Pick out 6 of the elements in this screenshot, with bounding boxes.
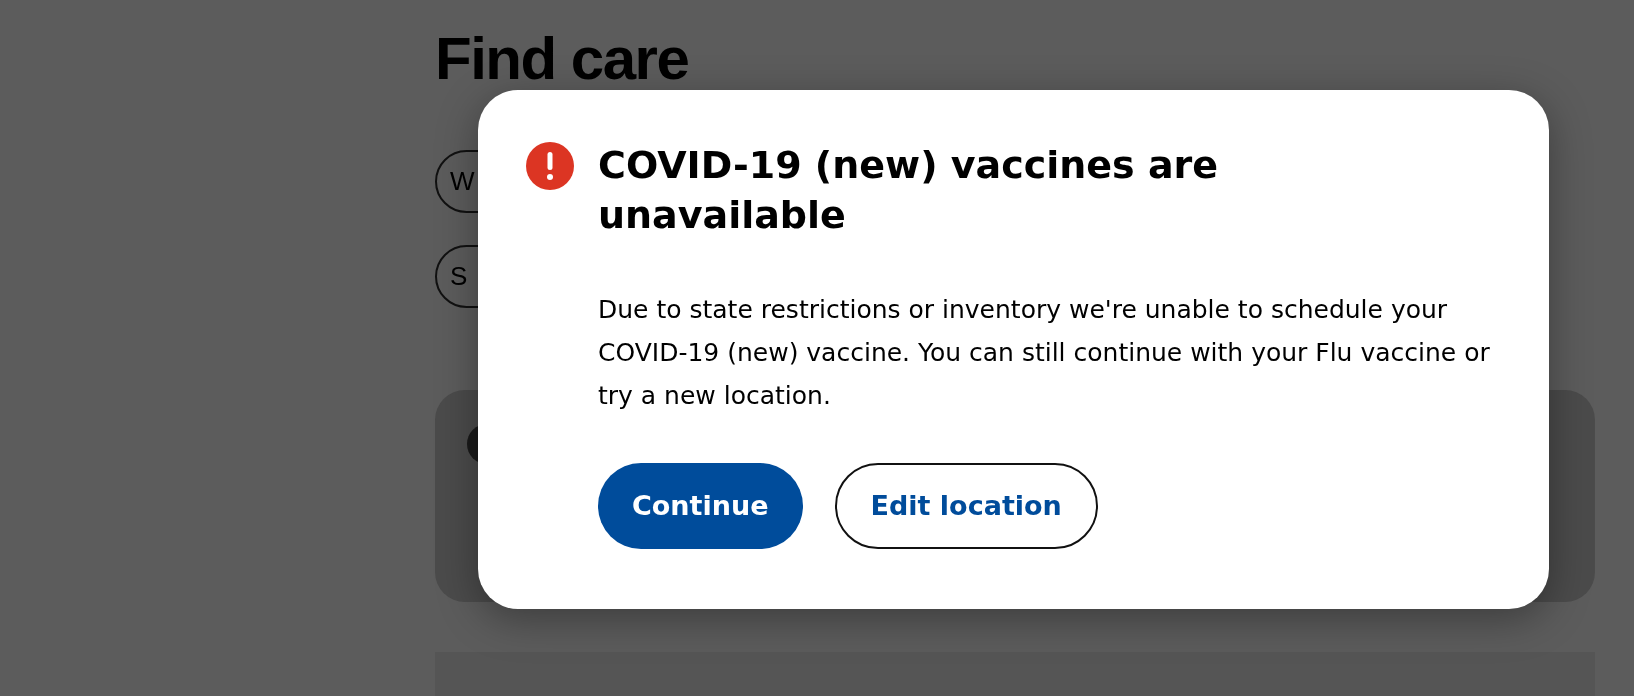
edit-location-button[interactable]: Edit location xyxy=(834,463,1098,549)
continue-button[interactable]: Continue xyxy=(598,463,803,549)
error-icon xyxy=(526,142,574,190)
dialog-title: COVID-19 (new) vaccines are unavailable xyxy=(598,142,1220,239)
page-heading: Find care xyxy=(435,30,689,88)
dialog-message: Due to state restrictions or inventory we're unable to schedule your COVID-19 (new) vaccine. You can still continue with your Flu vaccine or try a new location. xyxy=(598,294,1491,412)
